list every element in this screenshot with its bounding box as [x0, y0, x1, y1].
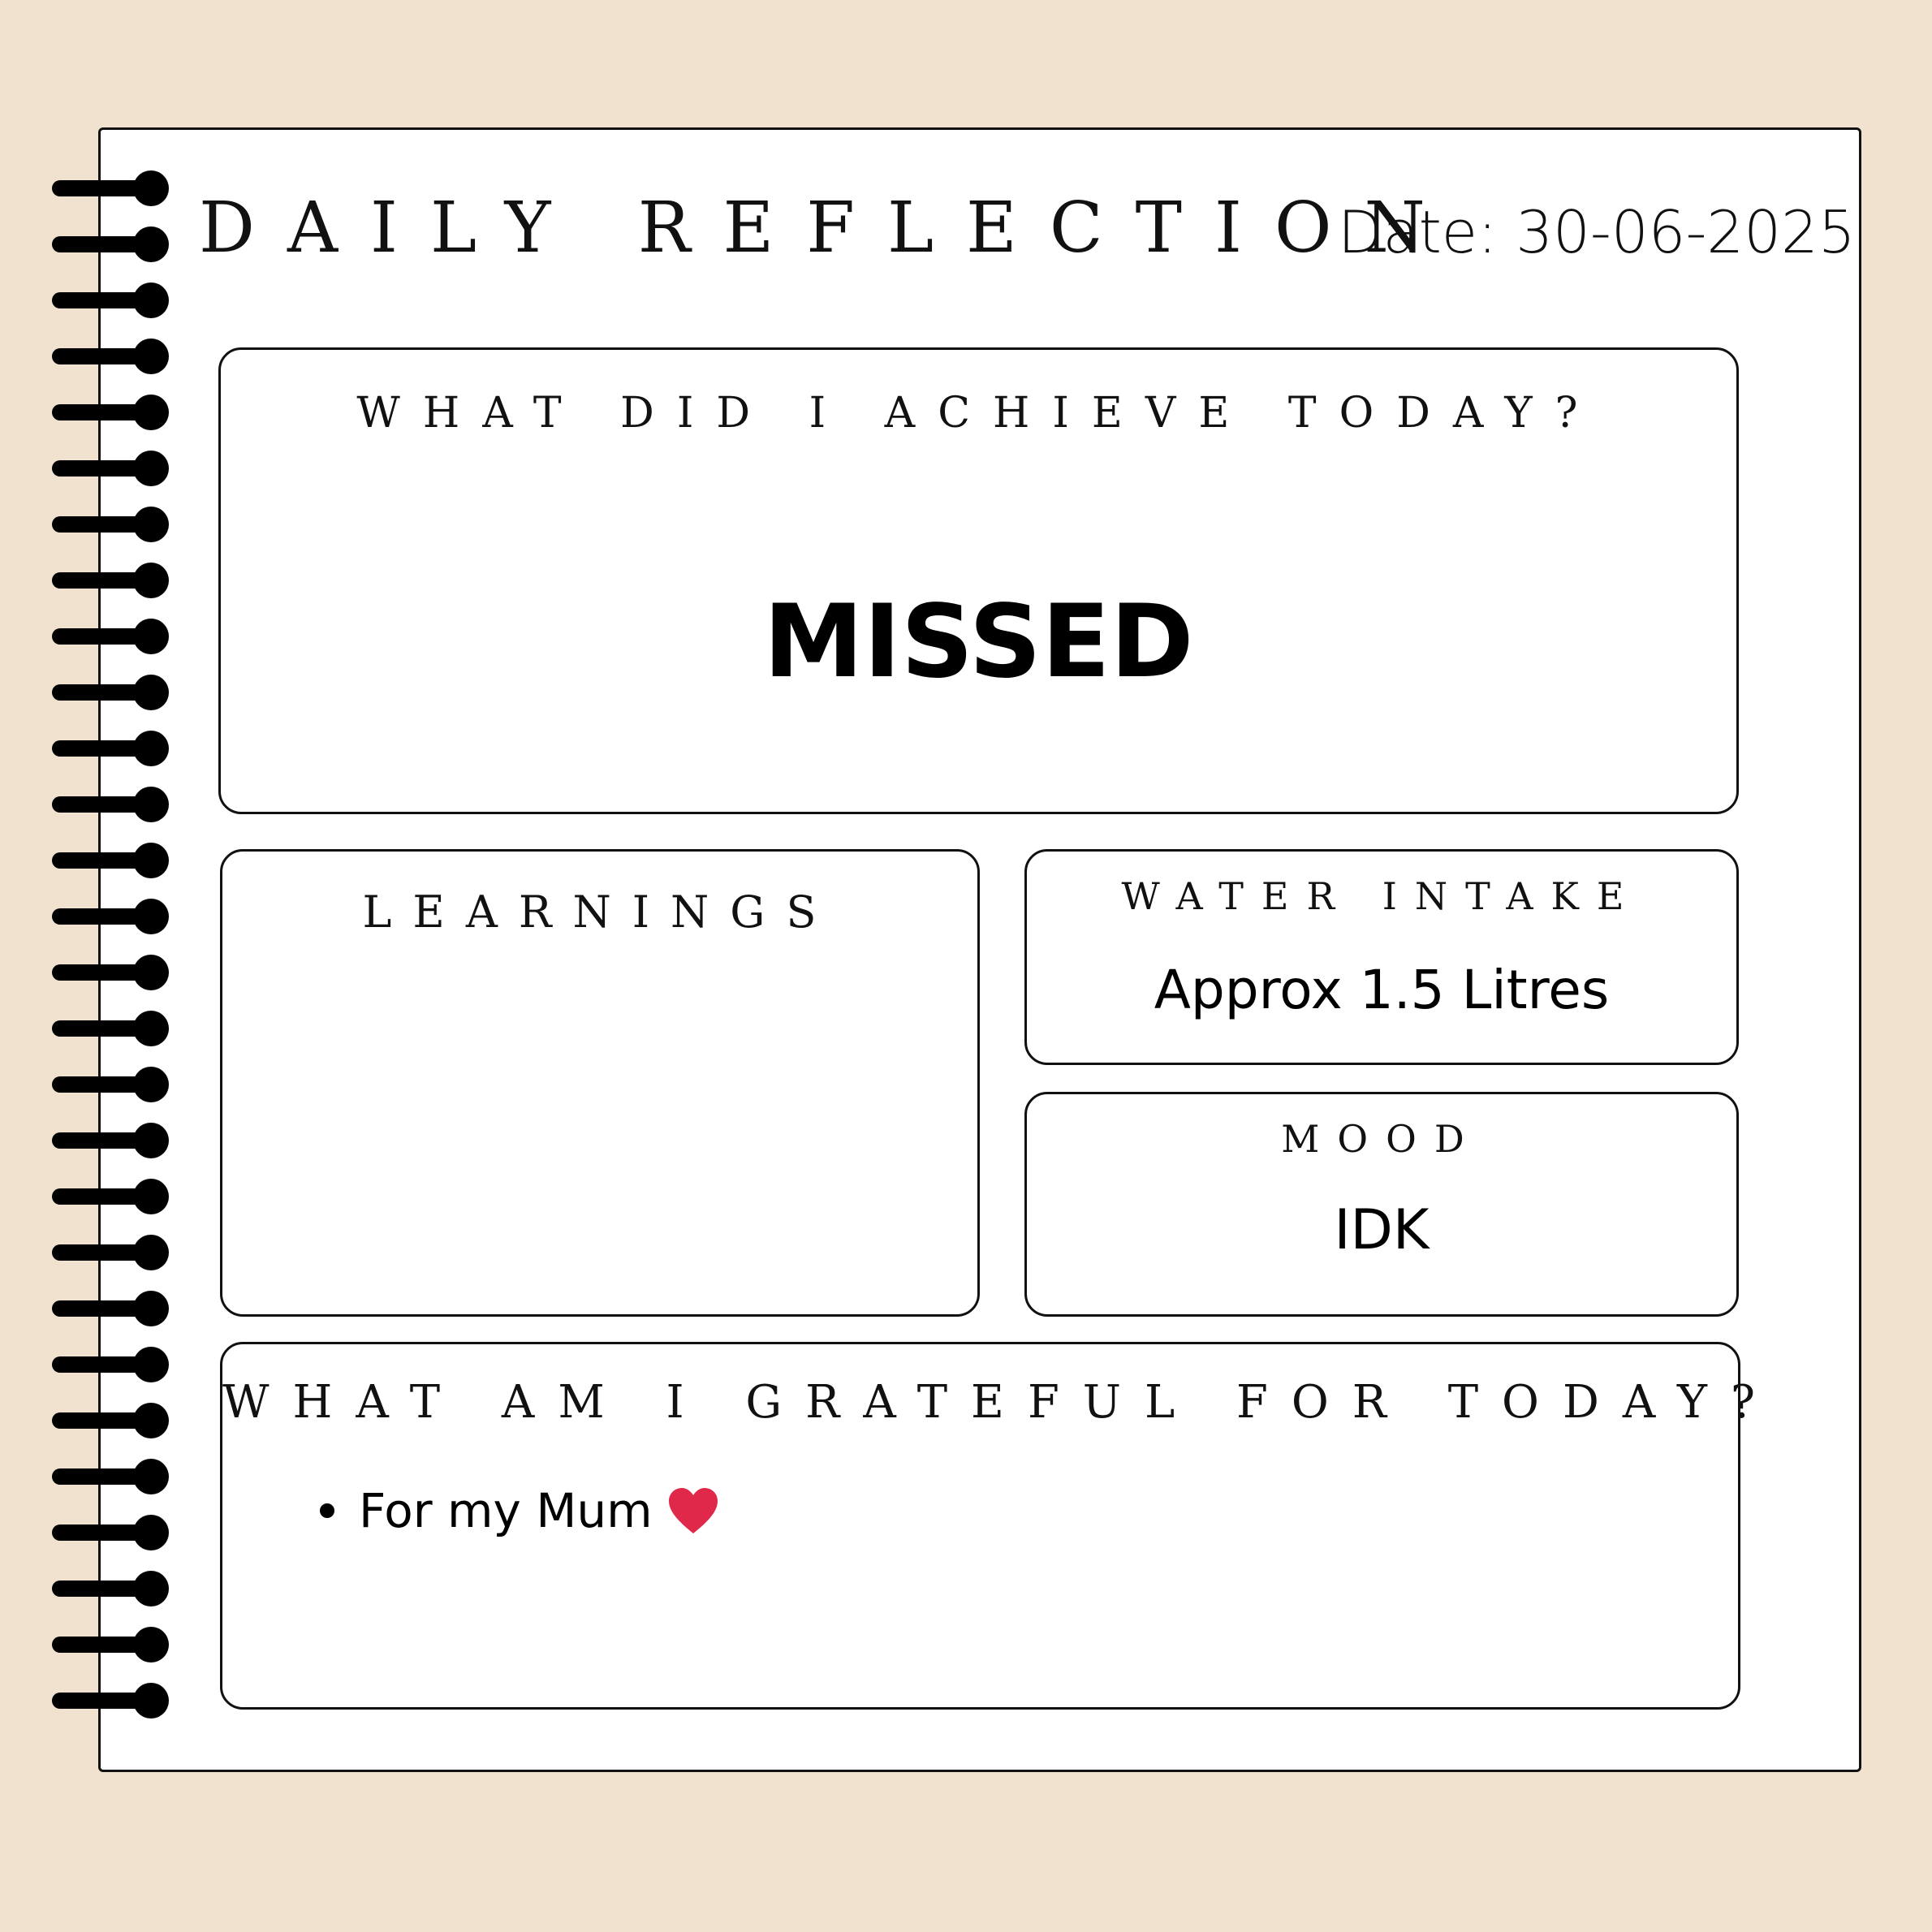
binding-ring: [52, 1515, 169, 1550]
binding-ring: [52, 955, 169, 990]
binding-ring: [52, 843, 169, 878]
binding-ring: [52, 1067, 169, 1102]
ring-knob: [133, 395, 169, 430]
binding-ring: [52, 395, 169, 430]
ring-knob: [133, 1515, 169, 1550]
ring-knob: [133, 787, 169, 822]
ring-knob: [133, 899, 169, 934]
ring-knob: [133, 1179, 169, 1214]
binding-ring: [52, 1459, 169, 1494]
ring-knob: [133, 1291, 169, 1326]
ring-knob: [133, 451, 169, 486]
page-title: DAILY REFLECTION: [199, 188, 1458, 269]
binding-ring: [52, 899, 169, 934]
mood-value: IDK: [1334, 1198, 1430, 1262]
binding-ring: [52, 619, 169, 654]
list-item: For my Mum: [320, 1486, 719, 1535]
binding-ring: [52, 1123, 169, 1158]
achievement-section[interactable]: WHAT DID I ACHIEVE TODAY? MISSED: [218, 347, 1739, 814]
binding-ring: [52, 675, 169, 710]
achievement-value: MISSED: [763, 584, 1194, 701]
binding-ring: [52, 1627, 169, 1662]
ring-knob: [133, 955, 169, 990]
ring-knob: [133, 339, 169, 374]
binding-ring: [52, 563, 169, 598]
ring-knob: [133, 563, 169, 598]
binding-ring: [52, 1571, 169, 1606]
binding-ring: [52, 1011, 169, 1046]
ring-knob: [133, 1571, 169, 1606]
ring-knob: [133, 507, 169, 542]
gratitude-section[interactable]: WHAT AM I GRATEFUL FOR TODAY? For my Mum: [220, 1342, 1779, 1710]
binding-ring: [52, 451, 169, 486]
binding-ring: [52, 1291, 169, 1326]
mood-section[interactable]: MOOD IDK: [1024, 1092, 1739, 1317]
ring-knob: [133, 731, 169, 766]
gratitude-item-text: For my Mum: [359, 1483, 653, 1538]
gratitude-label: WHAT AM I GRATEFUL FOR TODAY?: [222, 1376, 1779, 1429]
binding-ring: [52, 507, 169, 542]
ring-knob: [133, 226, 169, 262]
learnings-section[interactable]: LEARNINGS: [220, 849, 980, 1317]
ring-knob: [133, 1235, 169, 1270]
ring-knob: [133, 1123, 169, 1158]
ring-knob: [133, 843, 169, 878]
binding-ring: [52, 1403, 169, 1438]
binding-ring: [52, 1347, 169, 1382]
ring-knob: [133, 675, 169, 710]
binding-ring: [52, 1179, 169, 1214]
binding-ring: [52, 1683, 169, 1719]
binding-ring: [52, 282, 169, 318]
ring-knob: [133, 1403, 169, 1438]
binding-ring: [52, 170, 169, 206]
bullet-icon: [320, 1503, 334, 1518]
ring-knob: [133, 170, 169, 206]
ring-knob: [133, 1347, 169, 1382]
ring-knob: [133, 1011, 169, 1046]
ring-knob: [133, 1683, 169, 1719]
binding-ring: [52, 339, 169, 374]
ring-knob: [133, 1067, 169, 1102]
spiral-binding: [52, 170, 169, 1737]
heart-icon: [668, 1488, 718, 1533]
ring-knob: [133, 1627, 169, 1662]
binding-ring: [52, 731, 169, 766]
learnings-label: LEARNINGS: [362, 886, 838, 938]
water-intake-label: WATER INTAKE: [1121, 874, 1642, 918]
achievement-label: WHAT DID I ACHIEVE TODAY?: [356, 389, 1601, 438]
water-intake-value: Approx 1.5 Litres: [1154, 959, 1610, 1021]
ring-knob: [133, 619, 169, 654]
water-intake-section[interactable]: WATER INTAKE Approx 1.5 Litres: [1024, 849, 1739, 1065]
mood-label: MOOD: [1281, 1117, 1482, 1161]
date-field[interactable]: Date: 30-06-2025: [1338, 203, 1856, 261]
binding-ring: [52, 226, 169, 262]
ring-knob: [133, 282, 169, 318]
binding-ring: [52, 787, 169, 822]
ring-knob: [133, 1459, 169, 1494]
binding-ring: [52, 1235, 169, 1270]
